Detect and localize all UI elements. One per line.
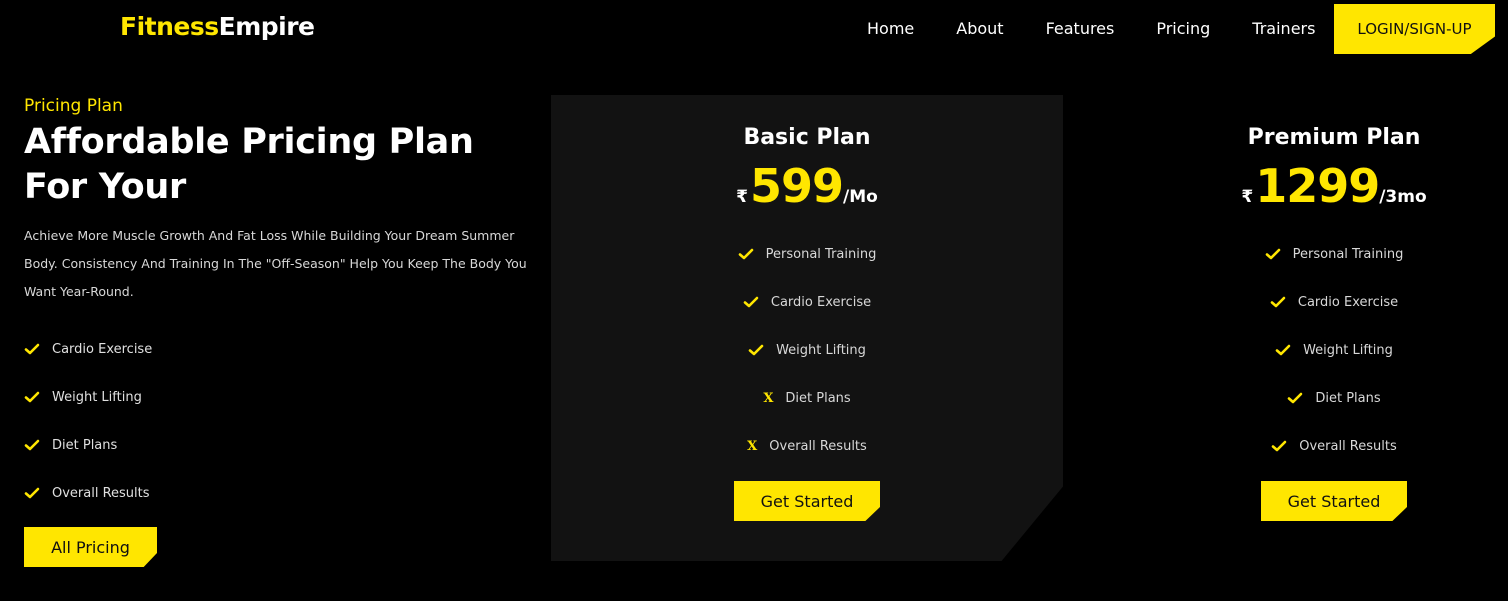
x-icon: X xyxy=(763,390,774,406)
list-item: X Overall Results xyxy=(551,422,1063,470)
check-icon xyxy=(24,439,40,451)
price-amount: 599 xyxy=(750,159,844,213)
feature-label: Weight Lifting xyxy=(52,389,142,405)
nav-pricing[interactable]: Pricing xyxy=(1135,4,1231,54)
feature-label: Cardio Exercise xyxy=(52,341,153,357)
list-item: Cardio Exercise xyxy=(1078,278,1508,326)
check-icon xyxy=(743,296,759,308)
currency-symbol: ₹ xyxy=(736,187,748,207)
logo-part-fitness: Fitness xyxy=(120,12,219,41)
intro-feature-list: Cardio Exercise Weight Lifting Diet Plan… xyxy=(24,325,544,517)
feature-label: Personal Training xyxy=(765,246,877,262)
x-icon: X xyxy=(747,438,758,454)
section-description: Achieve More Muscle Growth And Fat Loss … xyxy=(24,228,527,299)
feature-label: Diet Plans xyxy=(785,390,851,406)
list-item: Diet Plans xyxy=(1078,374,1508,422)
all-pricing-button[interactable]: All Pricing xyxy=(24,527,157,567)
check-icon xyxy=(1265,248,1280,260)
feature-label: Personal Training xyxy=(1292,246,1404,262)
plan-name: Premium Plan xyxy=(1247,125,1421,150)
plan-price: ₹1299/3mo xyxy=(1078,160,1508,212)
feature-label: Cardio Exercise xyxy=(770,294,872,310)
list-item: Weight Lifting xyxy=(24,373,544,421)
get-started-button[interactable]: Get Started xyxy=(1261,481,1407,521)
nav-home[interactable]: Home xyxy=(846,4,935,54)
plan-price: ₹599/Mo xyxy=(551,160,1063,212)
premium-plan-card: Premium Plan ₹1299/3mo Personal Training Ca… xyxy=(1078,95,1508,561)
pricing-intro: Pricing Plan Affordable Pricing Plan For… xyxy=(24,96,544,567)
feature-label: Diet Plans xyxy=(1315,390,1381,406)
list-item: Overall Results xyxy=(24,469,544,517)
get-started-button[interactable]: Get Started xyxy=(734,481,880,521)
list-item: Diet Plans xyxy=(24,421,544,469)
check-icon xyxy=(1288,392,1303,404)
main-nav: Home About Features Pricing Trainers xyxy=(846,4,1336,54)
nav-features[interactable]: Features xyxy=(1025,4,1136,54)
feature-label: Weight Lifting xyxy=(1303,342,1393,358)
section-title: Affordable Pricing Plan For Your xyxy=(24,122,474,207)
plan-name: Basic Plan xyxy=(743,125,871,150)
price-period: /3mo xyxy=(1379,187,1427,207)
list-item: Personal Training xyxy=(1078,230,1508,278)
feature-label: Overall Results xyxy=(769,438,867,454)
feature-label: Weight Lifting xyxy=(776,342,866,358)
check-icon xyxy=(738,248,753,260)
list-item: Personal Training xyxy=(551,230,1063,278)
list-item: Weight Lifting xyxy=(1078,326,1508,374)
price-amount: 1299 xyxy=(1255,159,1380,213)
nav-about[interactable]: About xyxy=(935,4,1024,54)
list-item: Weight Lifting xyxy=(551,326,1063,374)
login-signup-button[interactable]: LOGIN/SIGN-UP xyxy=(1334,4,1495,54)
feature-label: Cardio Exercise xyxy=(1297,294,1399,310)
price-period: /Mo xyxy=(843,187,878,207)
list-item: Cardio Exercise xyxy=(24,325,544,373)
check-icon xyxy=(1275,344,1291,356)
basic-plan-card: Basic Plan ₹599/Mo Personal Training Cardio… xyxy=(551,95,1063,561)
plan-feature-list: Personal Training Cardio Exercise Weight L… xyxy=(1078,230,1508,470)
check-icon xyxy=(1271,440,1287,452)
currency-symbol: ₹ xyxy=(1241,187,1254,207)
nav-trainers[interactable]: Trainers xyxy=(1231,4,1336,54)
list-item: Overall Results xyxy=(1078,422,1508,470)
section-eyebrow: Pricing Plan xyxy=(24,96,123,116)
feature-label: Overall Results xyxy=(52,485,150,501)
check-icon xyxy=(24,343,40,355)
feature-label: Overall Results xyxy=(1299,438,1397,454)
list-item: Cardio Exercise xyxy=(551,278,1063,326)
plan-feature-list: Personal Training Cardio Exercise Weight L… xyxy=(551,230,1063,470)
list-item: X Diet Plans xyxy=(551,374,1063,422)
check-icon xyxy=(24,487,40,499)
check-icon xyxy=(748,344,764,356)
check-icon xyxy=(24,391,40,403)
feature-label: Diet Plans xyxy=(52,437,118,453)
check-icon xyxy=(1270,296,1286,308)
site-logo[interactable]: FitnessEmpire xyxy=(120,12,315,41)
logo-part-empire: Empire xyxy=(218,12,315,41)
